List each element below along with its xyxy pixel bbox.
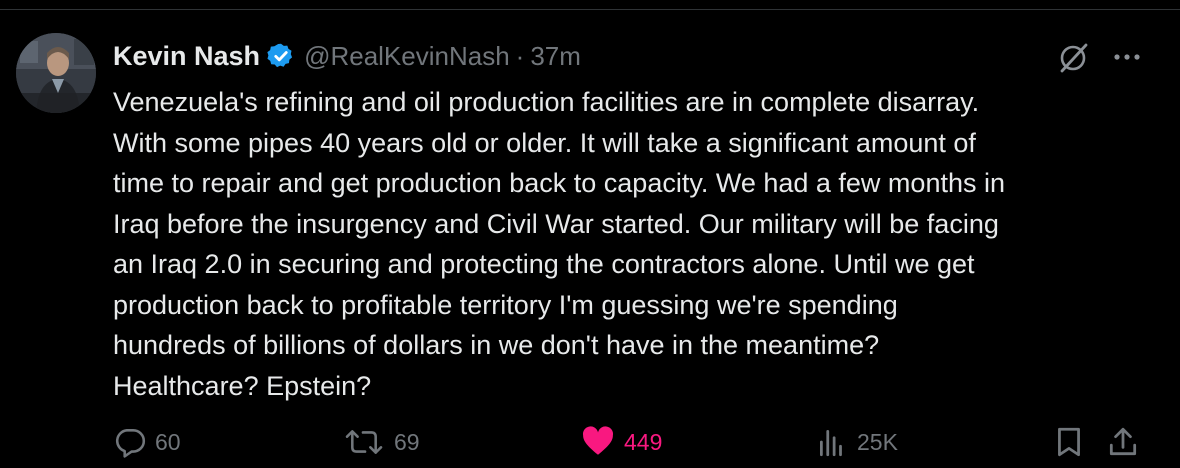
retweet-count: 69 xyxy=(394,428,420,455)
bookmark-button[interactable] xyxy=(1052,420,1086,464)
view-count: 25K xyxy=(857,428,898,455)
retweet-icon xyxy=(345,430,383,454)
avatar-image xyxy=(16,33,96,113)
tweet-text: Venezuela's refining and oil production … xyxy=(113,87,1005,401)
like-count: 449 xyxy=(624,428,663,455)
timestamp[interactable]: 37m xyxy=(530,41,581,72)
share-icon xyxy=(1109,427,1137,456)
reply-button[interactable]: 60 xyxy=(113,420,181,464)
share-button[interactable] xyxy=(1106,420,1140,464)
action-bar: 60 69 449 25K xyxy=(0,420,1180,464)
grok-button[interactable] xyxy=(1056,40,1090,74)
retweet-button[interactable]: 69 xyxy=(342,420,420,464)
bookmark-icon xyxy=(1058,427,1080,457)
grok-icon xyxy=(1060,43,1088,73)
author-name[interactable]: Kevin Nash xyxy=(113,41,260,72)
top-divider xyxy=(0,9,1180,10)
more-button[interactable] xyxy=(1110,40,1144,74)
heart-icon xyxy=(582,426,614,455)
tweet-header: Kevin Nash @RealKevinNash · 37m xyxy=(113,36,581,76)
separator-dot: · xyxy=(515,40,525,71)
more-icon xyxy=(1114,54,1140,60)
like-button[interactable]: 449 xyxy=(580,420,662,464)
verified-badge-icon[interactable] xyxy=(267,42,295,70)
reply-icon xyxy=(115,429,146,458)
reply-count: 60 xyxy=(155,428,181,455)
views-button[interactable]: 25K xyxy=(815,420,898,464)
avatar[interactable] xyxy=(16,33,96,113)
views-icon xyxy=(819,429,842,457)
author-handle[interactable]: @RealKevinNash xyxy=(304,41,510,72)
